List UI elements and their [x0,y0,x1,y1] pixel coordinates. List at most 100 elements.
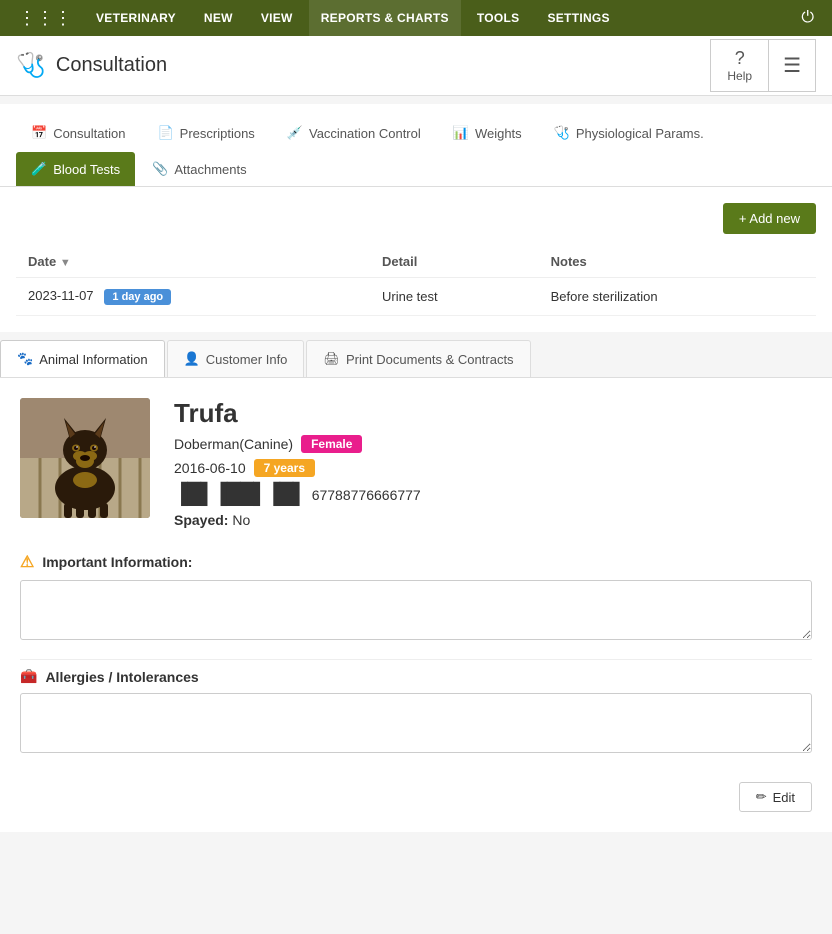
col-date-label: Date [28,254,56,269]
animal-photo [20,398,150,518]
barcode-icon: ▐█▌▐██▌▐█▌ [174,483,306,506]
warning-icon: ⚠ [20,552,34,572]
add-new-button[interactable]: + Add new [723,203,816,234]
paw-icon: 🐾 [17,351,33,367]
tab-consultation-label: Consultation [53,126,125,141]
col-detail: Detail [370,246,539,278]
allergies-section: 🧰 Allergies / Intolerances [20,668,812,756]
toolbar-row: + Add new [16,203,816,234]
edit-label: Edit [773,790,795,805]
help-label: Help [727,69,752,83]
age-badge: 7 years [254,459,315,477]
cell-date: 2023-11-07 1 day ago [16,278,370,316]
animal-card: Trufa Doberman(Canine) Female 2016-06-10… [20,398,812,528]
allergies-label: Allergies / Intolerances [45,669,198,685]
animal-photo-svg [20,398,150,518]
page-title: Consultation [56,54,167,77]
col-detail-label: Detail [382,254,417,269]
tab-customer-label: Customer Info [206,352,288,367]
chart-icon: 📊 [453,125,469,141]
cell-detail: Urine test [370,278,539,316]
power-icon[interactable]: ⏻ [793,9,822,27]
important-info-section: ⚠ Important Information: [20,552,812,643]
tab-physiological-label: Physiological Params. [576,126,704,141]
nav-new[interactable]: NEW [192,0,245,36]
animal-info-block: Trufa Doberman(Canine) Female 2016-06-10… [174,398,812,528]
nav-tools[interactable]: TOOLS [465,0,532,36]
tab-vaccination-label: Vaccination Control [309,126,421,141]
file-icon: 📄 [157,125,173,141]
kit-icon: 🧰 [20,668,37,685]
tab-print-documents[interactable]: 🖨 Print Documents & Contracts [306,340,530,377]
edit-row: ✏ Edit [20,772,812,812]
gender-badge: Female [301,435,362,453]
tab-attachments[interactable]: 📎 Attachments [137,152,261,186]
tab-customer-info[interactable]: 👤 Customer Info [167,340,305,377]
question-icon: ? [735,48,745,69]
edit-button[interactable]: ✏ Edit [739,782,812,812]
page-header: 🩺 Consultation ? Help ☰ [0,36,832,96]
col-notes-label: Notes [551,254,587,269]
date-badge: 1 day ago [104,289,171,305]
edit-icon: ✏ [756,789,767,805]
tab-weights[interactable]: 📊 Weights [438,116,537,150]
animal-panel: Trufa Doberman(Canine) Female 2016-06-10… [0,378,832,832]
dob-value: 2016-06-10 [174,460,246,476]
barcode-line: ▐█▌▐██▌▐█▌ 67788776666777 [174,483,812,506]
allergies-title: 🧰 Allergies / Intolerances [20,668,812,685]
tab-weights-label: Weights [475,126,522,141]
paperclip-icon: 📎 [152,161,168,177]
important-info-label: Important Information: [42,554,192,570]
spayed-value: No [232,512,250,528]
calendar-icon: 📅 [31,125,47,141]
col-notes: Notes [539,246,816,278]
tab-physiological[interactable]: 🩺 Physiological Params. [539,116,719,150]
date-value: 2023-11-07 [28,288,94,303]
allergies-textarea[interactable] [20,693,812,753]
tab-prescriptions[interactable]: 📄 Prescriptions [142,116,269,150]
barcode-value: 67788776666777 [312,487,421,503]
help-button[interactable]: ? Help [710,39,769,92]
syringe-icon: 💉 [287,125,303,141]
tab-consultation[interactable]: 📅 Consultation [16,116,140,150]
animal-name: Trufa [174,398,812,429]
breed-text: Doberman(Canine) [174,436,293,452]
stethoscope-icon: 🩺 [16,51,46,80]
sort-icon: ▼ [60,257,71,269]
physio-icon: 🩺 [554,125,570,141]
breed-line: Doberman(Canine) Female [174,435,812,453]
nav-settings[interactable]: SETTINGS [535,0,621,36]
title-area: 🩺 Consultation [16,51,710,80]
tab-vaccination[interactable]: 💉 Vaccination Control [272,116,436,150]
cell-notes: Before sterilization [539,278,816,316]
section-divider [20,659,812,660]
tab-bloodtests-label: Blood Tests [53,162,120,177]
dob-line: 2016-06-10 7 years [174,459,812,477]
grid-icon[interactable]: ⋮⋮⋮ [10,8,80,29]
menu-button[interactable]: ☰ [769,39,816,92]
tab-prescriptions-label: Prescriptions [180,126,255,141]
col-date[interactable]: Date ▼ [16,246,370,278]
table-row: 2023-11-07 1 day ago Urine test Before s… [16,278,816,316]
spayed-label: Spayed: [174,512,228,528]
tab-animal-label: Animal Information [39,352,147,367]
person-icon: 👤 [184,351,200,367]
print-icon: 🖨 [323,351,340,367]
flask-icon: 🧪 [31,161,47,177]
important-info-title: ⚠ Important Information: [20,552,812,572]
blood-tests-table: Date ▼ Detail Notes 2023-11-07 1 day ago… [16,246,816,316]
nav-reports[interactable]: REPORTS & CHARTS [309,0,461,36]
nav-view[interactable]: VIEW [249,0,305,36]
content-area: + Add new Date ▼ Detail Notes 2023-11-07 [0,187,832,332]
tab-bloodtests[interactable]: 🧪 Blood Tests [16,152,135,186]
nav-veterinary[interactable]: VETERINARY [84,0,188,36]
main-tabs: 📅 Consultation 📄 Prescriptions 💉 Vaccina… [0,104,832,187]
tab-animal-information[interactable]: 🐾 Animal Information [0,340,165,377]
important-info-textarea[interactable] [20,580,812,640]
top-nav: ⋮⋮⋮ VETERINARY NEW VIEW REPORTS & CHARTS… [0,0,832,36]
header-actions: ? Help ☰ [710,39,816,92]
tab-attachments-label: Attachments [174,162,246,177]
tab-print-label: Print Documents & Contracts [346,352,514,367]
bottom-tabs: 🐾 Animal Information 👤 Customer Info 🖨 P… [0,340,832,378]
spayed-line: Spayed: No [174,512,812,528]
